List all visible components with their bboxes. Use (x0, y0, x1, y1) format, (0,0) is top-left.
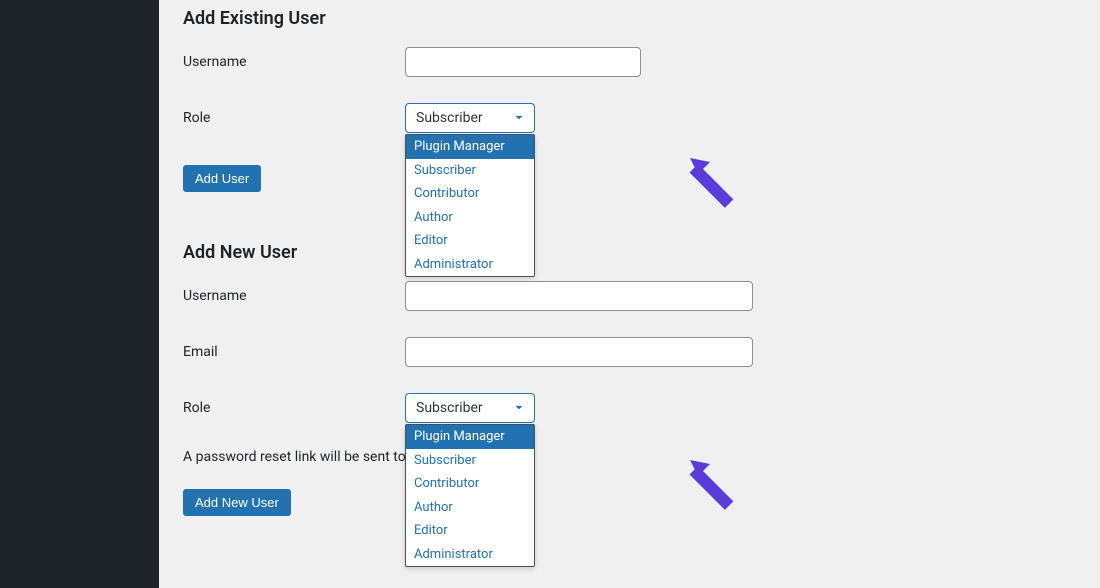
role-option[interactable]: Subscriber (406, 449, 534, 473)
new-role-select[interactable]: Subscriber (405, 393, 535, 423)
row-existing-role: Role Subscriber Plugin ManagerSubscriber… (183, 103, 1076, 133)
label-existing-role: Role (183, 110, 405, 126)
new-role-selected-text: Subscriber (416, 400, 483, 416)
row-existing-username: Username (183, 47, 1076, 77)
label-new-username: Username (183, 288, 405, 304)
existing-role-dropdown: Plugin ManagerSubscriberContributorAutho… (405, 134, 535, 277)
row-new-username: Username (183, 281, 1076, 311)
existing-username-input[interactable] (405, 47, 641, 77)
row-new-role: Role Subscriber Plugin ManagerSubscriber… (183, 393, 1076, 423)
admin-sidebar (0, 0, 159, 588)
role-option[interactable]: Author (406, 206, 534, 230)
heading-add-existing: Add Existing User (183, 8, 1076, 29)
new-username-input[interactable] (405, 281, 753, 311)
role-option[interactable]: Editor (406, 519, 534, 543)
role-option[interactable]: Contributor (406, 472, 534, 496)
role-option[interactable]: Contributor (406, 182, 534, 206)
add-user-button[interactable]: Add User (183, 165, 261, 192)
row-new-email: Email (183, 337, 1076, 367)
content-area: Add Existing User Username Role Subscrib… (159, 0, 1100, 588)
role-option[interactable]: Administrator (406, 253, 534, 277)
existing-role-select-wrap: Subscriber Plugin ManagerSubscriberContr… (405, 103, 535, 133)
role-option[interactable]: Author (406, 496, 534, 520)
role-option[interactable]: Editor (406, 229, 534, 253)
add-new-user-button[interactable]: Add New User (183, 489, 291, 516)
new-email-input[interactable] (405, 337, 753, 367)
chevron-down-icon (512, 401, 526, 415)
role-option[interactable]: Plugin Manager (406, 135, 534, 159)
label-new-email: Email (183, 344, 405, 360)
chevron-down-icon (512, 111, 526, 125)
heading-add-new: Add New User (183, 242, 1076, 263)
label-existing-username: Username (183, 54, 405, 70)
existing-role-selected-text: Subscriber (416, 110, 483, 126)
label-new-role: Role (183, 400, 405, 416)
role-option[interactable]: Plugin Manager (406, 425, 534, 449)
role-option[interactable]: Subscriber (406, 159, 534, 183)
existing-role-select[interactable]: Subscriber (405, 103, 535, 133)
new-role-select-wrap: Subscriber Plugin ManagerSubscriberContr… (405, 393, 535, 423)
new-role-dropdown: Plugin ManagerSubscriberContributorAutho… (405, 424, 535, 567)
password-reset-hint: A password reset link will be sent to (183, 449, 1076, 465)
role-option[interactable]: Administrator (406, 543, 534, 567)
